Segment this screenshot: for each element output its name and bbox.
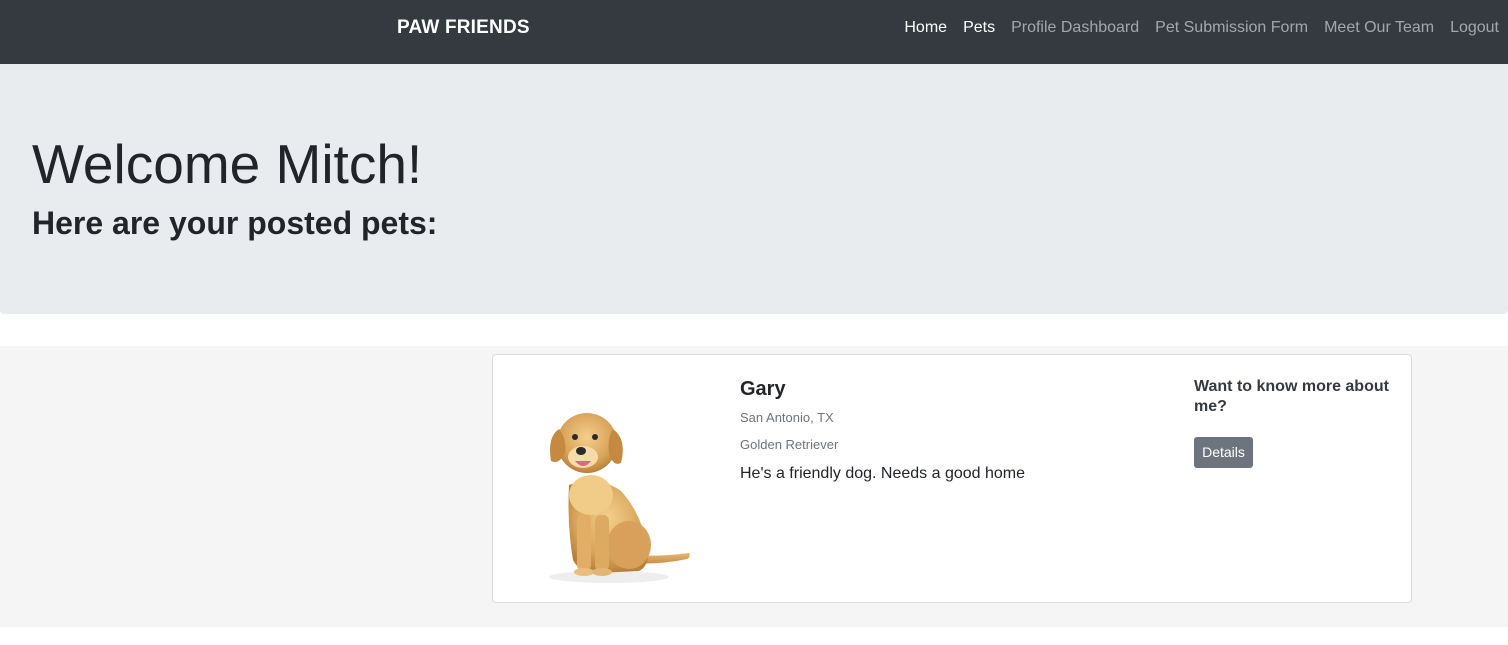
pet-card: Gary San Antonio, TX Golden Retriever He… <box>492 354 1412 603</box>
brand-logo[interactable]: PAW FRIENDS <box>397 17 530 39</box>
welcome-jumbotron: Welcome Mitch! Here are your posted pets… <box>0 64 1508 314</box>
pet-description: He's a friendly dog. Needs a good home <box>740 465 1026 482</box>
posted-pets-subtitle: Here are your posted pets: <box>32 205 438 241</box>
pet-breed: Golden Retriever <box>740 437 839 452</box>
nav-links: Home Pets Profile Dashboard Pet Submissi… <box>904 19 1499 37</box>
nav-link-profile-dashboard[interactable]: Profile Dashboard <box>1011 19 1139 37</box>
pet-name: Gary <box>740 378 786 400</box>
nav-link-pets[interactable]: Pets <box>963 19 995 37</box>
nav-link-pet-submission-form[interactable]: Pet Submission Form <box>1155 19 1308 37</box>
welcome-heading: Welcome Mitch! <box>32 133 423 195</box>
pets-section: Gary San Antonio, TX Golden Retriever He… <box>0 346 1508 627</box>
nav-link-meet-our-team[interactable]: Meet Our Team <box>1324 19 1434 37</box>
know-more-heading: Want to know more about me? <box>1194 378 1389 415</box>
top-navbar: PAW FRIENDS Home Pets Profile Dashboard … <box>0 0 1508 64</box>
nav-link-home[interactable]: Home <box>904 19 947 37</box>
details-button[interactable]: Details <box>1194 437 1253 468</box>
pet-photo-dog-icon <box>549 413 690 583</box>
nav-link-logout[interactable]: Logout <box>1450 19 1499 37</box>
pet-location: San Antonio, TX <box>740 410 834 425</box>
